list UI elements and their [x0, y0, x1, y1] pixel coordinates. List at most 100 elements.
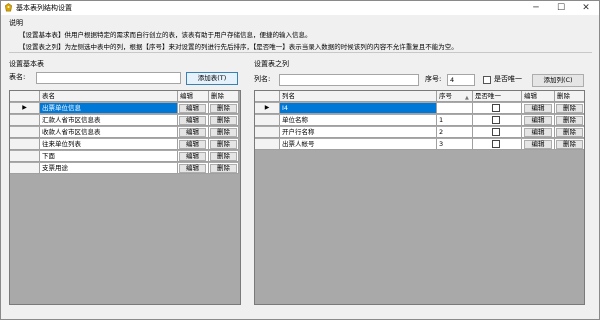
add-table-button[interactable]: 添加表(T) — [186, 72, 238, 85]
edit-row-button[interactable]: 编辑 — [179, 140, 206, 149]
unique-row-checkbox[interactable] — [492, 104, 500, 112]
grid-header-row: 列名 序号 ▲ 是否唯一 编辑 删除 — [255, 91, 584, 102]
minimize-button[interactable]: ─ — [525, 1, 547, 15]
column-name-input[interactable] — [279, 74, 419, 86]
delete-column-row-button[interactable]: 删除 — [556, 140, 583, 149]
unique-column-header-label: 是否唯一 — [475, 92, 501, 100]
delete-row-button[interactable]: 删除 — [210, 128, 237, 137]
column-name-cell[interactable]: 出票人帐号 — [280, 139, 437, 150]
delete-cell: 删除 — [555, 103, 584, 114]
edit-column-row-button[interactable]: 编辑 — [524, 116, 552, 125]
basic-table-grid[interactable]: 表名 编辑 删除 ▶ 出票单位信息 编辑 删除 汇款人省市区信息表 编辑 删除 收款人省市区信息表编… — [9, 90, 241, 305]
delete-column-header-label: 删除 — [557, 92, 570, 100]
edit-cell: 编辑 — [178, 103, 209, 114]
edit-column-row-button[interactable]: 编辑 — [524, 128, 552, 137]
row-header[interactable]: ▶ — [255, 103, 280, 114]
column-name-cell[interactable]: I4 — [280, 103, 437, 114]
delete-row-button[interactable]: 删除 — [210, 104, 237, 113]
table-row[interactable]: 下面 编辑 删除 — [10, 151, 239, 162]
column-row[interactable]: ▶ I4 编辑 删除 — [255, 103, 584, 114]
column-name-cell[interactable]: 单位名称 — [280, 115, 437, 126]
sequence-cell[interactable]: 2 — [437, 127, 473, 138]
table-name-input[interactable] — [36, 72, 181, 84]
delete-column-header[interactable]: 删除 — [209, 91, 239, 102]
table-name-cell[interactable]: 汇款人省市区信息表 — [40, 115, 178, 126]
row-header[interactable]: ▶ — [10, 103, 40, 114]
table-columns-grid[interactable]: 列名 序号 ▲ 是否唯一 编辑 删除 ▶ I4 编辑 删除 单位名称 1 编辑 删除 开户行名称 2 编辑 删除出… — [254, 90, 585, 305]
table-name-cell[interactable]: 下面 — [40, 151, 178, 162]
edit-row-button[interactable]: 编辑 — [179, 104, 206, 113]
column-row[interactable]: 单位名称 1 编辑 删除 — [255, 115, 584, 126]
add-column-button[interactable]: 添加列(C) — [532, 74, 584, 87]
table-name-cell[interactable]: 往来单位列表 — [40, 139, 178, 150]
delete-column-row-button[interactable]: 删除 — [556, 116, 583, 125]
table-row[interactable]: 汇款人省市区信息表 编辑 删除 — [10, 115, 239, 126]
column-name-label: 列名: — [254, 75, 271, 83]
sequence-cell[interactable]: 1 — [437, 115, 473, 126]
unique-row-checkbox[interactable] — [492, 140, 500, 148]
edit-column-row-button[interactable]: 编辑 — [524, 140, 552, 149]
delete-column-row-button[interactable]: 删除 — [556, 104, 583, 113]
delete-row-button[interactable]: 删除 — [210, 116, 237, 125]
row-header[interactable] — [10, 139, 40, 150]
sequence-column-header[interactable]: 序号 ▲ — [437, 91, 473, 102]
column-name-column-header[interactable]: 列名 — [280, 91, 437, 102]
unique-cell — [473, 103, 522, 114]
table-row[interactable]: 往来单位列表 编辑 删除 — [10, 139, 239, 150]
unique-cell — [473, 115, 522, 126]
table-name-column-header[interactable]: 表名 — [40, 91, 178, 102]
table-row[interactable]: ▶ 出票单位信息 编辑 删除 — [10, 103, 239, 114]
unique-row-checkbox[interactable] — [492, 116, 500, 124]
unique-column-header[interactable]: 是否唯一 — [473, 91, 522, 102]
edit-column-header[interactable]: 编辑 — [178, 91, 209, 102]
edit-row-button[interactable]: 编辑 — [179, 152, 206, 161]
edit-row-button[interactable]: 编辑 — [179, 164, 206, 173]
table-name-cell[interactable]: 支票用途 — [40, 163, 178, 174]
sequence-cell[interactable]: 3 — [437, 139, 473, 150]
title-bar[interactable]: 基本表列结构设置 ─ ☐ ✕ — [1, 1, 599, 15]
delete-row-button[interactable]: 删除 — [210, 164, 237, 173]
sequence-cell[interactable] — [437, 103, 473, 114]
table-row[interactable]: 收款人省市区信息表 编辑 删除 — [10, 127, 239, 138]
edit-cell: 编辑 — [178, 151, 209, 162]
edit-cell: 编辑 — [178, 127, 209, 138]
sequence-input[interactable] — [447, 74, 475, 86]
sequence-column-header-label: 序号 — [439, 92, 452, 100]
edit-cell: 编辑 — [522, 139, 555, 150]
table-row[interactable]: 支票用途 编辑 删除 — [10, 163, 239, 174]
delete-column-row-button[interactable]: 删除 — [556, 128, 583, 137]
row-header[interactable] — [10, 163, 40, 174]
column-row[interactable]: 开户行名称 2 编辑 删除 — [255, 127, 584, 138]
edit-column-header[interactable]: 编辑 — [522, 91, 555, 102]
row-header[interactable] — [10, 115, 40, 126]
row-header[interactable] — [255, 127, 280, 138]
edit-column-row-button[interactable]: 编辑 — [524, 104, 552, 113]
delete-cell: 删除 — [209, 163, 239, 174]
sequence-label: 序号: — [425, 75, 442, 83]
edit-row-button[interactable]: 编辑 — [179, 128, 206, 137]
delete-cell: 删除 — [555, 115, 584, 126]
row-header[interactable] — [255, 139, 280, 150]
edit-cell: 编辑 — [178, 163, 209, 174]
row-header[interactable] — [255, 115, 280, 126]
table-name-cell[interactable]: 出票单位信息 — [40, 103, 178, 114]
row-header[interactable] — [10, 151, 40, 162]
delete-row-button[interactable]: 删除 — [210, 152, 237, 161]
delete-row-button[interactable]: 删除 — [210, 140, 237, 149]
maximize-button[interactable]: ☐ — [550, 1, 572, 15]
unique-checkbox[interactable] — [483, 76, 491, 84]
delete-column-header[interactable]: 删除 — [555, 91, 584, 102]
unique-cell — [473, 127, 522, 138]
close-button[interactable]: ✕ — [575, 1, 597, 15]
row-header-corner — [10, 91, 40, 102]
row-header[interactable] — [10, 127, 40, 138]
edit-row-button[interactable]: 编辑 — [179, 116, 206, 125]
delete-cell: 删除 — [555, 139, 584, 150]
column-name-cell[interactable]: 开户行名称 — [280, 127, 437, 138]
column-row[interactable]: 出票人帐号 3 编辑 删除 — [255, 139, 584, 150]
unique-row-checkbox[interactable] — [492, 128, 500, 136]
table-columns-group-title: 设置表之列 — [254, 60, 289, 68]
current-row-marker-icon: ▶ — [264, 104, 270, 111]
table-name-cell[interactable]: 收款人省市区信息表 — [40, 127, 178, 138]
row-header-corner — [255, 91, 280, 102]
